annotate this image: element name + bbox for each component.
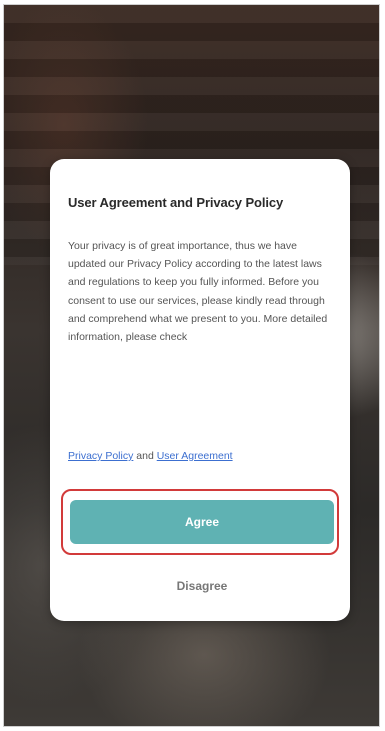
- privacy-policy-link[interactable]: Privacy Policy: [68, 450, 133, 462]
- policy-links: Privacy Policy and User Agreement: [68, 450, 233, 462]
- privacy-dialog: User Agreement and Privacy Policy Your p…: [50, 159, 350, 621]
- dialog-title: User Agreement and Privacy Policy: [68, 195, 284, 210]
- disagree-button[interactable]: Disagree: [70, 571, 334, 601]
- and-text: and: [133, 450, 157, 462]
- user-agreement-link[interactable]: User Agreement: [157, 450, 233, 462]
- app-screen: User Agreement and Privacy Policy Your p…: [3, 4, 380, 727]
- agree-button[interactable]: Agree: [70, 500, 334, 544]
- dialog-body-text: Your privacy is of great importance, thu…: [68, 240, 328, 344]
